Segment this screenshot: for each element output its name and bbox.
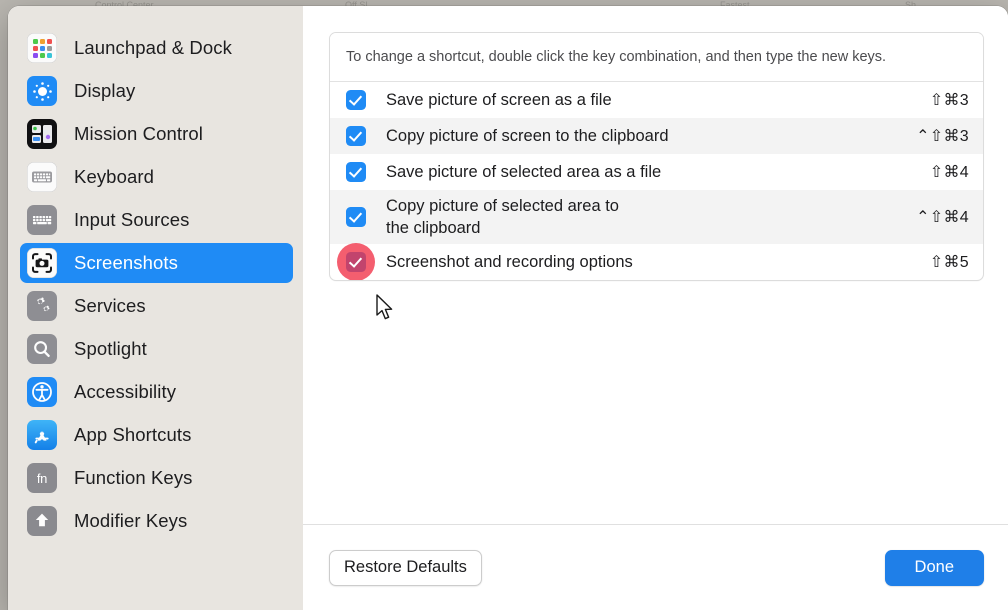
shortcut-checkbox[interactable] bbox=[346, 90, 366, 111]
sidebar-item-launchpad-dock[interactable]: Launchpad & Dock bbox=[20, 28, 293, 68]
table-row[interactable]: Save picture of selected area as a file … bbox=[330, 154, 983, 190]
table-row[interactable]: Copy picture of selected area to the cli… bbox=[330, 190, 983, 245]
shortcut-categories-sidebar: Launchpad & Dock Display Mission Control… bbox=[8, 6, 303, 610]
sidebar-item-label: Spotlight bbox=[74, 338, 147, 359]
display-brightness-icon bbox=[27, 76, 57, 106]
table-row[interactable]: Copy picture of screen to the clipboard … bbox=[330, 118, 983, 155]
shortcut-checkbox[interactable] bbox=[346, 126, 366, 147]
click-highlight-indicator bbox=[337, 243, 375, 281]
shortcut-label: Copy picture of screen to the clipboard bbox=[386, 126, 669, 145]
done-button[interactable]: Done bbox=[884, 549, 984, 586]
app-store-icon bbox=[27, 420, 57, 450]
shift-arrow-icon bbox=[27, 506, 57, 536]
sidebar-item-screenshots[interactable]: Screenshots bbox=[20, 243, 293, 283]
sidebar-item-label: Function Keys bbox=[74, 467, 193, 488]
instructions-text: To change a shortcut, double click the k… bbox=[330, 33, 983, 83]
dialog-footer: Restore Defaults Done bbox=[303, 524, 1008, 610]
shortcut-checkbox[interactable] bbox=[337, 243, 375, 281]
sidebar-item-label: Modifier Keys bbox=[74, 510, 188, 531]
table-row[interactable]: Save picture of screen as a file ⇧⌘3 bbox=[330, 82, 983, 118]
shortcut-keys[interactable]: ⌃⇧⌘3 bbox=[904, 126, 969, 146]
spotlight-search-icon bbox=[27, 334, 57, 364]
sidebar-item-app-shortcuts[interactable]: App Shortcuts bbox=[20, 415, 293, 455]
sidebar-item-function-keys[interactable]: fn Function Keys bbox=[20, 458, 293, 498]
fn-key-icon: fn bbox=[27, 463, 57, 493]
shortcuts-panel: To change a shortcut, double click the k… bbox=[329, 32, 984, 282]
sidebar-item-input-sources[interactable]: Input Sources bbox=[20, 200, 293, 240]
launchpad-icon bbox=[27, 33, 57, 63]
screenshot-camera-icon bbox=[27, 248, 57, 278]
sidebar-item-accessibility[interactable]: Accessibility bbox=[20, 372, 293, 412]
shortcut-checkbox[interactable] bbox=[346, 207, 366, 228]
sidebar-item-label: Input Sources bbox=[74, 209, 190, 230]
sidebar-item-services[interactable]: Services bbox=[20, 286, 293, 326]
keyboard-icon bbox=[27, 162, 57, 192]
shortcut-label: Save picture of screen as a file bbox=[386, 90, 612, 109]
shortcuts-list-area: To change a shortcut, double click the k… bbox=[303, 6, 1008, 524]
shortcut-keys[interactable]: ⌃⇧⌘4 bbox=[904, 207, 969, 227]
input-sources-keyboard-icon bbox=[27, 205, 57, 235]
sidebar-item-label: App Shortcuts bbox=[74, 424, 192, 445]
table-row[interactable]: Screenshot and recording options ⇧⌘5 bbox=[330, 243, 983, 281]
sidebar-item-label: Display bbox=[74, 80, 136, 101]
shortcut-label: Save picture of selected area as a file bbox=[386, 162, 662, 181]
services-gears-icon bbox=[27, 291, 57, 321]
sidebar-item-label: Mission Control bbox=[74, 123, 203, 144]
sidebar-item-display[interactable]: Display bbox=[20, 71, 293, 111]
mission-control-icon bbox=[27, 119, 57, 149]
screen: Control Center Off Sl Fastest Sh Launchp… bbox=[0, 0, 1008, 610]
restore-defaults-button[interactable]: Restore Defaults bbox=[329, 549, 482, 586]
sidebar-item-modifier-keys[interactable]: Modifier Keys bbox=[20, 501, 293, 541]
shortcuts-content-panel: To change a shortcut, double click the k… bbox=[303, 6, 1008, 610]
sidebar-item-label: Accessibility bbox=[74, 381, 177, 402]
shortcut-keys[interactable]: ⇧⌘5 bbox=[918, 252, 969, 272]
sidebar-item-label: Keyboard bbox=[74, 166, 154, 187]
sidebar-item-label: Services bbox=[74, 295, 146, 316]
sidebar-item-spotlight[interactable]: Spotlight bbox=[20, 329, 293, 369]
shortcut-label: Screenshot and recording options bbox=[386, 252, 633, 271]
shortcut-label: Copy picture of selected area to the cli… bbox=[386, 196, 619, 238]
keyboard-shortcuts-sheet: Launchpad & Dock Display Mission Control… bbox=[8, 6, 1008, 610]
sidebar-item-mission-control[interactable]: Mission Control bbox=[20, 114, 293, 154]
shortcut-checkbox[interactable] bbox=[346, 162, 366, 183]
sidebar-item-keyboard[interactable]: Keyboard bbox=[20, 157, 293, 197]
sidebar-item-label: Screenshots bbox=[74, 252, 178, 273]
sidebar-item-label: Launchpad & Dock bbox=[74, 37, 232, 58]
shortcut-keys[interactable]: ⇧⌘3 bbox=[918, 90, 969, 110]
accessibility-icon bbox=[27, 377, 57, 407]
shortcut-keys[interactable]: ⇧⌘4 bbox=[918, 162, 969, 182]
